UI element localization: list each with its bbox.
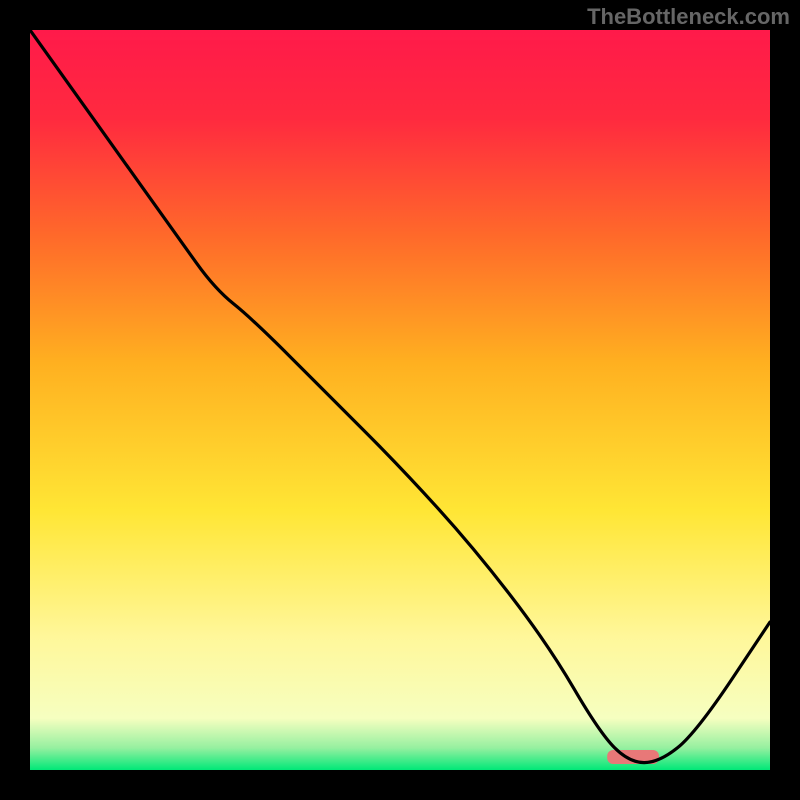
chart-frame bbox=[30, 30, 770, 770]
chart-container: TheBottleneck.com bbox=[0, 0, 800, 800]
watermark-text: TheBottleneck.com bbox=[587, 4, 790, 30]
gradient-background bbox=[30, 30, 770, 770]
bottleneck-chart-svg bbox=[30, 30, 770, 770]
